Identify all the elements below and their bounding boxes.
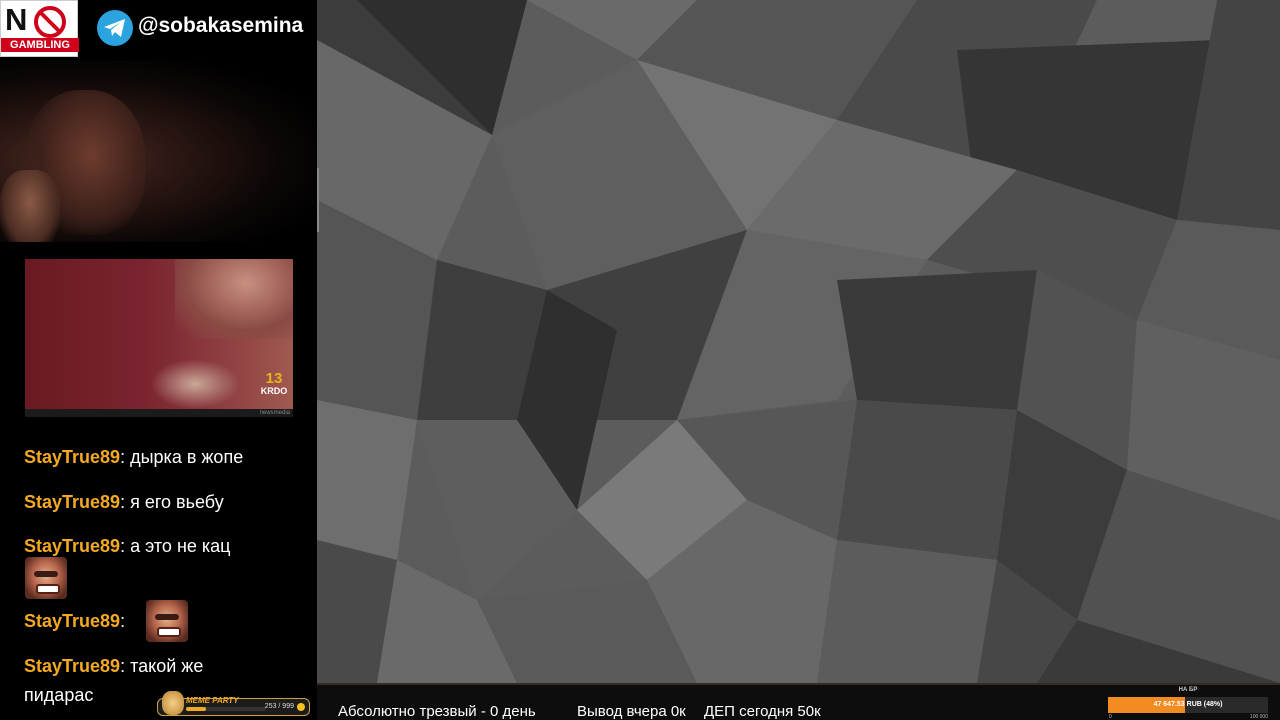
telegram-icon [97,10,133,46]
donation-goal-widget: НА БР 47 647.53 RUB (48%) 0 100 000 [1108,684,1270,720]
no-gambling-prefix: N [5,2,27,37]
channel-logo: 13 KRDO [257,371,291,405]
channel-logo-text: KRDO [260,386,288,396]
webcam-feed [0,60,317,242]
prohibited-icon [34,6,66,38]
media-clip-source: newsmedia [259,410,290,416]
chat-text: дырка в жопе [130,447,244,467]
chat-text: пидарас [24,685,94,705]
goal-min: 0 [1109,714,1112,720]
chat-message: StayTrue89: я его вьебу [24,492,224,512]
goal-amount: 47 647.53 RUB (48%) [1153,701,1223,708]
goal-progress-bar: 47 647.53 RUB (48%) [1108,697,1268,713]
left-panel: N GAMBLING @sobakasemina 13 KRDO newsmed… [0,0,317,720]
meme-party-count: 253 / 999 [264,703,294,710]
chat-username: StayTrue89 [24,536,121,556]
no-gambling-label: GAMBLING [1,38,79,52]
emote-icon [25,557,67,599]
coin-icon [297,703,305,711]
chat-username: StayTrue89 [24,611,121,631]
withdraw-info: Вывод вчера 0к [577,703,686,720]
chat-text: я его вьебу [130,492,224,512]
chat-message: StayTrue89: [24,611,126,631]
telegram-handle: @sobakasemina [138,14,304,37]
meme-party-progress [186,707,266,711]
chat-username: StayTrue89 [24,447,121,467]
deposit-info: ДЕП сегодня 50к [704,703,821,720]
meme-party-title: MEME PARTY [186,696,239,705]
goal-label: НА БР [1178,687,1198,693]
sober-counter: Абсолютно трезвый - 0 день [338,703,536,720]
streamer-hand [0,170,60,242]
media-clip: 13 KRDO [25,259,293,409]
media-clip-footer: newsmedia [25,409,293,417]
chat-username: StayTrue89 [24,492,121,512]
emote-icon [146,600,188,642]
main-background [317,0,1280,683]
chat-text: а это не кац [130,536,231,556]
chat-message-continued: пидарас [24,683,93,707]
meme-party-widget: MEME PARTY 253 / 999 [157,691,310,716]
chat-username: StayTrue89 [24,656,121,676]
chat-message: StayTrue89: а это не кац [24,536,231,556]
geometric-wallpaper [317,0,1280,683]
channel-logo-number: 13 [265,370,283,387]
doge-icon [162,691,184,715]
goal-max: 100 000 [1249,714,1268,720]
chat-text: такой же [130,656,204,676]
scrollbar-thumb[interactable] [317,168,319,232]
no-gambling-logo: N GAMBLING [0,0,79,57]
chat-message: StayTrue89: дырка в жопе [24,447,244,467]
chat-message: StayTrue89: такой же [24,656,204,676]
